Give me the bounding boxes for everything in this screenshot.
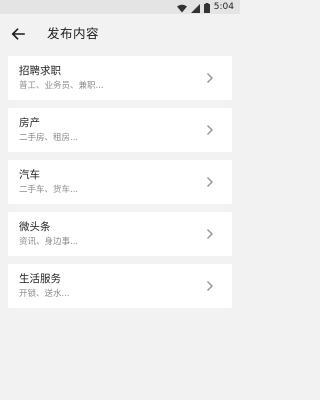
- page-title: 发布内容: [47, 26, 100, 41]
- back-button[interactable]: [6, 22, 30, 46]
- category-title: 生活服务: [19, 273, 61, 285]
- category-title: 房产: [19, 117, 40, 129]
- category-subtitle: 二手车、货车...: [19, 185, 79, 195]
- category-title: 汽车: [19, 169, 40, 181]
- status-icons: 5:04: [176, 0, 234, 14]
- chevron-right-icon: [206, 280, 214, 292]
- status-time: 5:04: [213, 2, 234, 12]
- arrow-left-icon: [11, 28, 25, 40]
- status-bar: 5:04: [0, 0, 240, 14]
- category-title: 招聘求职: [19, 65, 61, 77]
- category-card-cars[interactable]: 汽车 二手车、货车...: [8, 160, 232, 204]
- category-subtitle: 二手房、租房...: [19, 133, 79, 143]
- category-title: 微头条: [19, 221, 51, 233]
- chevron-right-icon: [206, 124, 214, 136]
- app-bar: 发布内容: [0, 14, 240, 54]
- category-subtitle: 资讯、身边事...: [19, 237, 79, 247]
- category-subtitle: 开锁、送水...: [19, 289, 70, 299]
- chevron-right-icon: [206, 72, 214, 84]
- category-subtitle: 普工、业务员、兼职...: [19, 81, 104, 91]
- chevron-right-icon: [206, 228, 214, 240]
- category-list: 招聘求职 普工、业务员、兼职... 房产 二手房、租房... 汽车 二手车、货车…: [8, 56, 232, 316]
- category-card-property[interactable]: 房产 二手房、租房...: [8, 108, 232, 152]
- category-card-life-services[interactable]: 生活服务 开锁、送水...: [8, 264, 232, 308]
- chevron-right-icon: [206, 176, 214, 188]
- category-card-micro-headlines[interactable]: 微头条 资讯、身边事...: [8, 212, 232, 256]
- category-card-jobs[interactable]: 招聘求职 普工、业务员、兼职...: [8, 56, 232, 100]
